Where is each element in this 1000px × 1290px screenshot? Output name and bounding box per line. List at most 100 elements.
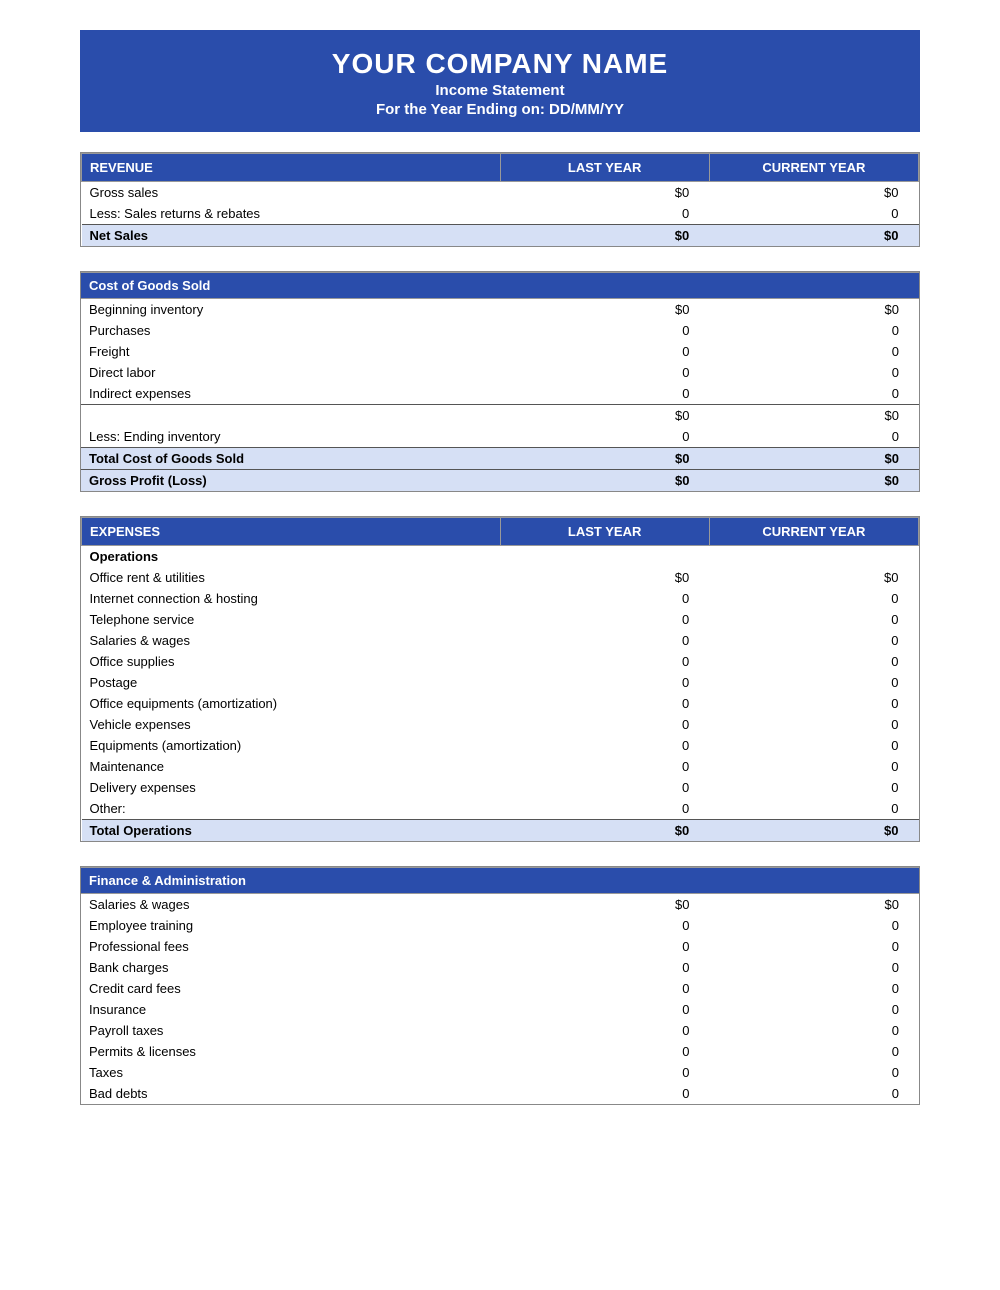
insurance-label: Insurance [81,999,500,1020]
net-sales-row: Net Sales $0 $0 [82,225,919,247]
sales-returns-last: 0 [500,203,709,225]
employee-training-label: Employee training [81,915,500,936]
table-row: Permits & licenses 0 0 [81,1041,919,1062]
permits-licenses-label: Permits & licenses [81,1041,500,1062]
ending-inventory-last: 0 [500,426,710,448]
office-rent-current: $0 [709,567,918,588]
gross-profit-current: $0 [710,470,920,492]
freight-current: 0 [710,341,920,362]
total-cogs-last: $0 [500,448,710,470]
salaries-wages-ops-current: 0 [709,630,918,651]
internet-label: Internet connection & hosting [82,588,501,609]
expenses-col-current: CURRENT YEAR [709,518,918,546]
finance-section-title: Finance & Administration [81,868,500,894]
employee-training-last: 0 [500,915,710,936]
bad-debts-label: Bad debts [81,1083,500,1104]
table-row: Employee training 0 0 [81,915,919,936]
bank-charges-label: Bank charges [81,957,500,978]
table-row: Indirect expenses 0 0 [81,383,919,405]
total-cogs-label: Total Cost of Goods Sold [81,448,500,470]
office-supplies-label: Office supplies [82,651,501,672]
delivery-label: Delivery expenses [82,777,501,798]
table-row: Professional fees 0 0 [81,936,919,957]
table-row: Salaries & wages 0 0 [82,630,919,651]
beginning-inventory-last: $0 [500,299,710,321]
table-row: Telephone service 0 0 [82,609,919,630]
maintenance-label: Maintenance [82,756,501,777]
table-row: Purchases 0 0 [81,320,919,341]
report-date: For the Year Ending on: DD/MM/YY [90,101,910,118]
vehicle-label: Vehicle expenses [82,714,501,735]
table-row: Delivery expenses 0 0 [82,777,919,798]
internet-last: 0 [500,588,709,609]
employee-training-current: 0 [710,915,920,936]
cogs-subtotal-current: $0 [710,405,920,427]
office-supplies-last: 0 [500,651,709,672]
fin-salaries-current: $0 [710,894,920,916]
finance-section: Finance & Administration Salaries & wage… [80,866,920,1105]
maintenance-last: 0 [500,756,709,777]
payroll-taxes-current: 0 [710,1020,920,1041]
credit-card-fees-last: 0 [500,978,710,999]
delivery-current: 0 [709,777,918,798]
table-row: Maintenance 0 0 [82,756,919,777]
professional-fees-label: Professional fees [81,936,500,957]
insurance-last: 0 [500,999,710,1020]
credit-card-fees-label: Credit card fees [81,978,500,999]
other-label: Other: [82,798,501,820]
table-row: Bank charges 0 0 [81,957,919,978]
table-row: Less: Ending inventory 0 0 [81,426,919,448]
cogs-subtotal-row: $0 $0 [81,405,919,427]
sales-returns-current: 0 [709,203,918,225]
freight-label: Freight [81,341,500,362]
vehicle-current: 0 [709,714,918,735]
table-row: Taxes 0 0 [81,1062,919,1083]
table-row: Direct labor 0 0 [81,362,919,383]
equipment-amort-last: 0 [500,735,709,756]
cogs-subtotal-last: $0 [500,405,710,427]
office-equip-label: Office equipments (amortization) [82,693,501,714]
indirect-expenses-last: 0 [500,383,710,405]
equipment-amort-current: 0 [709,735,918,756]
expenses-col-last: LAST YEAR [500,518,709,546]
table-row: Less: Sales returns & rebates 0 0 [82,203,919,225]
revenue-col-current: CURRENT YEAR [709,154,918,182]
internet-current: 0 [709,588,918,609]
revenue-section-title: REVENUE [82,154,501,182]
table-row: Payroll taxes 0 0 [81,1020,919,1041]
expenses-header-row: EXPENSES LAST YEAR CURRENT YEAR [82,518,919,546]
salaries-wages-ops-last: 0 [500,630,709,651]
professional-fees-current: 0 [710,936,920,957]
indirect-expenses-current: 0 [710,383,920,405]
report-subtitle: Income Statement [90,82,910,99]
cogs-header-row: Cost of Goods Sold [81,273,919,299]
expenses-section: EXPENSES LAST YEAR CURRENT YEAR Operatio… [80,516,920,842]
bad-debts-current: 0 [710,1083,920,1104]
net-sales-current: $0 [709,225,918,247]
total-operations-label: Total Operations [82,820,501,842]
table-row: Internet connection & hosting 0 0 [82,588,919,609]
credit-card-fees-current: 0 [710,978,920,999]
delivery-last: 0 [500,777,709,798]
taxes-current: 0 [710,1062,920,1083]
professional-fees-last: 0 [500,936,710,957]
report-header: YOUR COMPANY NAME Income Statement For t… [80,30,920,132]
purchases-last: 0 [500,320,710,341]
indirect-expenses-label: Indirect expenses [81,383,500,405]
table-row: Bad debts 0 0 [81,1083,919,1104]
table-row: Credit card fees 0 0 [81,978,919,999]
net-sales-last: $0 [500,225,709,247]
table-row: Equipments (amortization) 0 0 [82,735,919,756]
office-equip-last: 0 [500,693,709,714]
bad-debts-last: 0 [500,1083,710,1104]
office-rent-last: $0 [500,567,709,588]
insurance-current: 0 [710,999,920,1020]
salaries-wages-ops-label: Salaries & wages [82,630,501,651]
table-row: Vehicle expenses 0 0 [82,714,919,735]
direct-labor-current: 0 [710,362,920,383]
cogs-section-title: Cost of Goods Sold [81,273,500,299]
revenue-header-row: REVENUE LAST YEAR CURRENT YEAR [82,154,919,182]
bank-charges-current: 0 [710,957,920,978]
finance-header-row: Finance & Administration [81,868,919,894]
direct-labor-label: Direct labor [81,362,500,383]
